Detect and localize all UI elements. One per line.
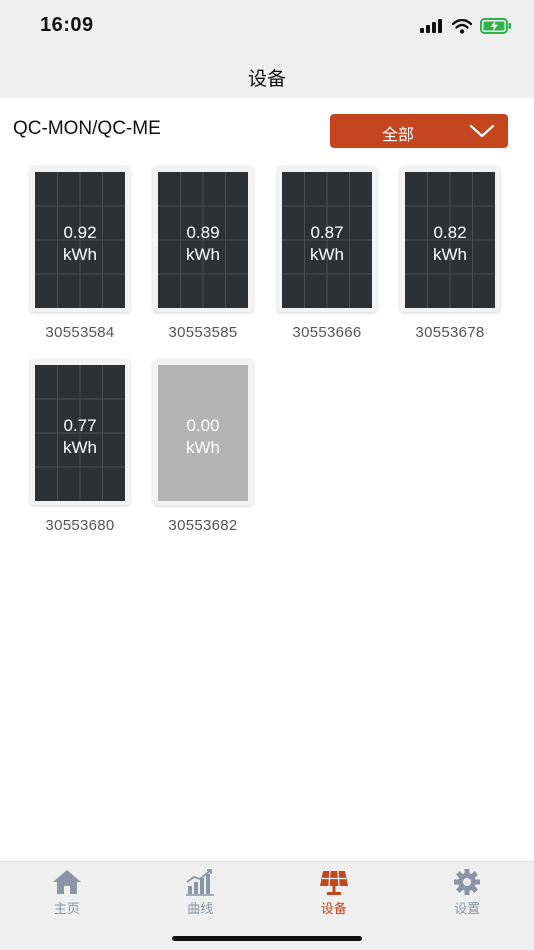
battery-charging-icon — [480, 18, 511, 34]
device-filter-dropdown[interactable]: 全部 — [330, 114, 508, 148]
navigation-bar: 设备 — [0, 50, 534, 98]
energy-value: 0.92 — [63, 223, 97, 242]
status-time: 16:09 — [40, 14, 94, 36]
tab-home[interactable]: 主页 — [0, 862, 134, 918]
energy-value: 0.89 — [186, 223, 220, 242]
solar-panel-frame: 0.77 kWh — [30, 359, 130, 505]
energy-unit: kWh — [186, 438, 220, 457]
energy-unit: kWh — [433, 245, 467, 264]
energy-value: 0.77 — [63, 416, 97, 435]
device-card[interactable]: 0.82 kWh 30553678 — [400, 166, 500, 342]
tab-label: 设置 — [454, 902, 481, 917]
solar-panel-icon — [319, 870, 348, 895]
solar-panel-icon: 0.89 kWh — [158, 172, 248, 308]
device-serial: 30553585 — [168, 324, 238, 341]
solar-panel-frame: 0.87 kWh — [277, 166, 377, 312]
filter-selected-value: 全部 — [381, 125, 414, 144]
home-icon — [52, 870, 81, 894]
solar-panel-frame: 0.89 kWh — [153, 166, 253, 312]
gear-icon — [454, 869, 481, 895]
tab-settings[interactable]: 设置 — [401, 862, 534, 918]
solar-panel-icon: 0.87 kWh — [282, 172, 372, 308]
chevron-down-icon — [469, 124, 495, 138]
energy-unit: kWh — [186, 245, 220, 264]
solar-panel-frame: 0.82 kWh — [400, 166, 500, 312]
tab-label: 设备 — [320, 902, 347, 917]
device-serial: 30553584 — [45, 324, 115, 341]
solar-panel-frame: 0.00 kWh — [153, 359, 253, 505]
solar-panel-frame: 0.92 kWh — [30, 166, 130, 312]
device-card-offline[interactable]: 0.00 kWh 30553682 — [153, 359, 253, 535]
energy-value: 0.82 — [433, 223, 467, 242]
energy-unit: kWh — [63, 438, 97, 457]
status-icons — [420, 16, 512, 36]
status-bar: 16:09 — [0, 0, 534, 50]
energy-value: 0.87 — [310, 223, 344, 242]
wifi-icon — [452, 18, 472, 34]
tab-label: 主页 — [53, 902, 80, 917]
device-card[interactable]: 0.89 kWh 30553585 — [153, 166, 253, 342]
tab-label: 曲线 — [187, 902, 214, 917]
device-serial: 30553680 — [45, 517, 115, 534]
device-serial: 30553682 — [168, 517, 238, 534]
solar-panel-icon: 0.77 kWh — [35, 365, 125, 501]
tab-devices[interactable]: 设备 — [267, 862, 401, 918]
chart-icon — [186, 869, 215, 896]
energy-value: 0.00 — [186, 416, 220, 435]
device-card[interactable]: 0.92 kWh 30553584 — [30, 166, 130, 342]
solar-panel-icon: 0.82 kWh — [405, 172, 495, 308]
page-title: 设备 — [247, 68, 286, 90]
device-card[interactable]: 0.77 kWh 30553680 — [30, 359, 130, 535]
device-serial: 30553666 — [292, 324, 362, 341]
solar-panel-icon: 0.92 kWh — [35, 172, 125, 308]
device-card[interactable]: 0.87 kWh 30553666 — [277, 166, 377, 342]
tab-chart[interactable]: 曲线 — [134, 862, 268, 918]
energy-unit: kWh — [310, 245, 344, 264]
energy-unit: kWh — [63, 245, 97, 264]
cellular-signal-icon — [420, 19, 442, 33]
device-serial: 30553678 — [415, 324, 485, 341]
solar-panel-icon: 0.00 kWh — [158, 365, 248, 501]
home-indicator[interactable] — [172, 936, 362, 941]
device-model-label: QC-MON/QC-ME — [13, 118, 161, 139]
